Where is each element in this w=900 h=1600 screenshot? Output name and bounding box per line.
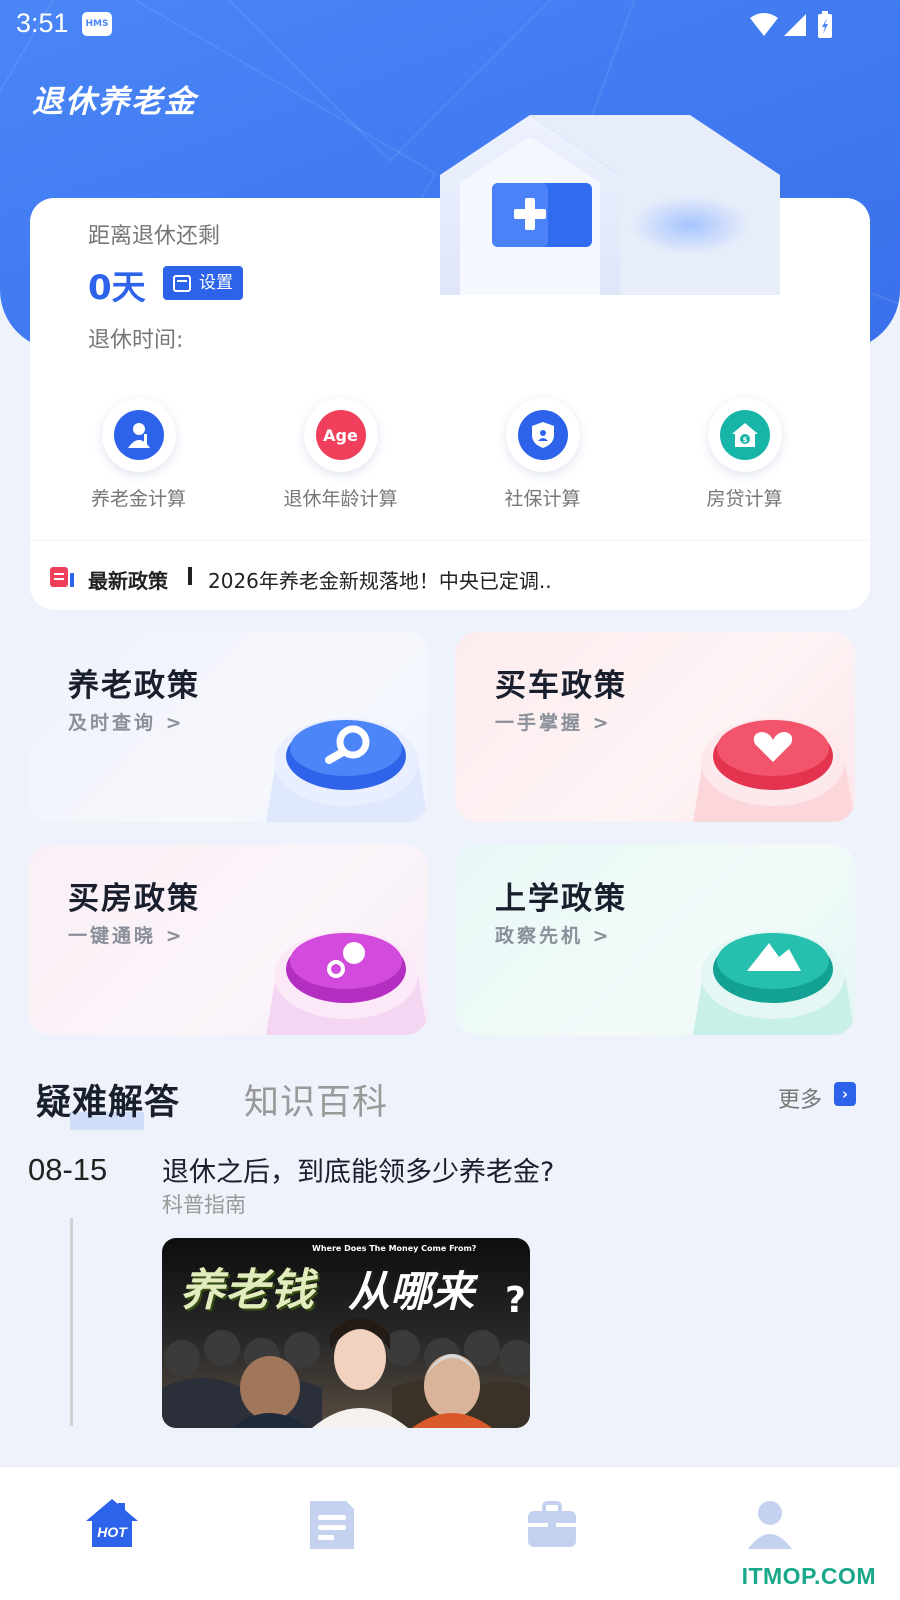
home-hot-label: HOT bbox=[97, 1524, 128, 1540]
nav-home[interactable]: HOT bbox=[82, 1495, 142, 1555]
policy-card-pension[interactable]: 养老政策 及时查询 > bbox=[28, 632, 428, 822]
nav-articles[interactable] bbox=[302, 1495, 362, 1555]
set-button-label: 设置 bbox=[199, 273, 233, 293]
policy-subtitle: 及时查询 > bbox=[68, 712, 185, 734]
age-icon-text: Age bbox=[323, 425, 358, 445]
policy-card-education[interactable]: 上学政策 政察先机 > bbox=[455, 845, 855, 1035]
policy-title: 买房政策 bbox=[68, 881, 200, 917]
shield-icon bbox=[517, 410, 568, 460]
battery-charging-icon bbox=[818, 11, 832, 38]
signal-icon bbox=[784, 14, 806, 36]
calendar-icon bbox=[173, 274, 191, 292]
bottom-navigation: HOT ITMOP.COM bbox=[0, 1466, 900, 1600]
calc-label: 房贷计算 bbox=[706, 488, 783, 510]
graduation-icon bbox=[693, 931, 855, 1035]
policy-card-car[interactable]: 买车政策 一手掌握 > bbox=[455, 632, 855, 822]
svg-text:$: $ bbox=[742, 436, 747, 444]
hms-badge: HMS bbox=[82, 12, 112, 36]
news-headline[interactable]: 2026年养老金新规落地！中央已定调.. bbox=[208, 565, 552, 594]
policy-subtitle: 政察先机 > bbox=[495, 925, 612, 947]
home-hot-icon: HOT bbox=[86, 1499, 138, 1547]
policy-subtitle: 一手掌握 > bbox=[495, 712, 612, 734]
more-link[interactable]: 更多 bbox=[778, 1082, 822, 1114]
thumbnail-title-1: 养老钱 bbox=[180, 1265, 315, 1316]
qa-tabs: 疑难解答 知识百科 更多 › bbox=[36, 1072, 866, 1132]
calc-retire-age[interactable]: Age 退休年龄计算 bbox=[238, 398, 443, 511]
policy-title: 上学政策 bbox=[495, 881, 627, 917]
remaining-label: 距离退休还剩 bbox=[88, 224, 221, 249]
age-icon: Age bbox=[315, 410, 366, 460]
policy-subtitle: 一键通晓 > bbox=[68, 925, 185, 947]
heart-icon bbox=[693, 718, 855, 822]
timeline-line bbox=[70, 1218, 73, 1426]
article-category: 科普指南 bbox=[162, 1193, 246, 1217]
calculator-row: 养老金计算 Age 退休年龄计算 社保计算 $ 房贷计算 bbox=[30, 398, 870, 518]
briefcase-icon bbox=[528, 1501, 576, 1547]
chevron-right-icon[interactable]: › bbox=[834, 1082, 856, 1106]
pension-person-icon bbox=[113, 410, 164, 460]
news-icon bbox=[50, 567, 74, 587]
article-date: 08-15 bbox=[28, 1152, 108, 1187]
profile-icon bbox=[748, 1501, 792, 1549]
wifi-icon bbox=[750, 13, 778, 36]
policy-title: 买车政策 bbox=[495, 668, 627, 704]
thumbnail-title-2: 从哪来 bbox=[348, 1267, 475, 1316]
news-title: 最新政策 bbox=[88, 569, 168, 593]
app-title: 退休养老金 bbox=[32, 84, 197, 120]
article-title[interactable]: 退休之后，到底能领多少养老金? bbox=[162, 1150, 554, 1189]
house-medical-illustration bbox=[440, 115, 780, 295]
magnifier-icon bbox=[266, 718, 428, 822]
watermark-text: ITMOP.COM bbox=[741, 1563, 876, 1589]
news-divider bbox=[188, 567, 192, 585]
document-icon bbox=[310, 1501, 354, 1549]
calc-label: 退休年龄计算 bbox=[283, 488, 398, 510]
article-thumbnail[interactable]: Where Does The Money Come From? 养老钱 从哪来 … bbox=[162, 1238, 530, 1428]
nav-profile[interactable] bbox=[740, 1495, 800, 1555]
calc-mortgage[interactable]: $ 房贷计算 bbox=[642, 398, 847, 511]
days-value: 0天 bbox=[88, 268, 146, 308]
calc-label: 养老金计算 bbox=[90, 488, 186, 510]
policy-card-housing[interactable]: 买房政策 一键通晓 > bbox=[28, 845, 428, 1035]
status-time: 3:51 bbox=[16, 8, 69, 38]
house-dollar-icon: $ bbox=[719, 410, 770, 460]
thumbnail-question-mark: ? bbox=[505, 1280, 526, 1321]
latest-policy-bar[interactable]: 最新政策 2026年养老金新规落地！中央已定调.. bbox=[30, 540, 870, 610]
nav-tools[interactable] bbox=[522, 1495, 582, 1555]
calc-label: 社保计算 bbox=[504, 488, 581, 510]
tab-qa[interactable]: 疑难解答 bbox=[36, 1074, 180, 1125]
thumbnail-subtitle: Where Does The Money Come From? bbox=[312, 1244, 477, 1253]
system-icons bbox=[750, 10, 850, 44]
set-retirement-button[interactable]: 设置 bbox=[163, 266, 243, 300]
calc-social-security[interactable]: 社保计算 bbox=[440, 398, 645, 511]
tab-encyclopedia[interactable]: 知识百科 bbox=[244, 1074, 388, 1125]
calc-pension[interactable]: 养老金计算 bbox=[36, 398, 241, 511]
retire-time-label: 退休时间: bbox=[88, 328, 184, 353]
status-bar: 3:51 HMS bbox=[0, 0, 900, 50]
policy-title: 养老政策 bbox=[68, 668, 200, 704]
key-icon bbox=[266, 931, 428, 1035]
